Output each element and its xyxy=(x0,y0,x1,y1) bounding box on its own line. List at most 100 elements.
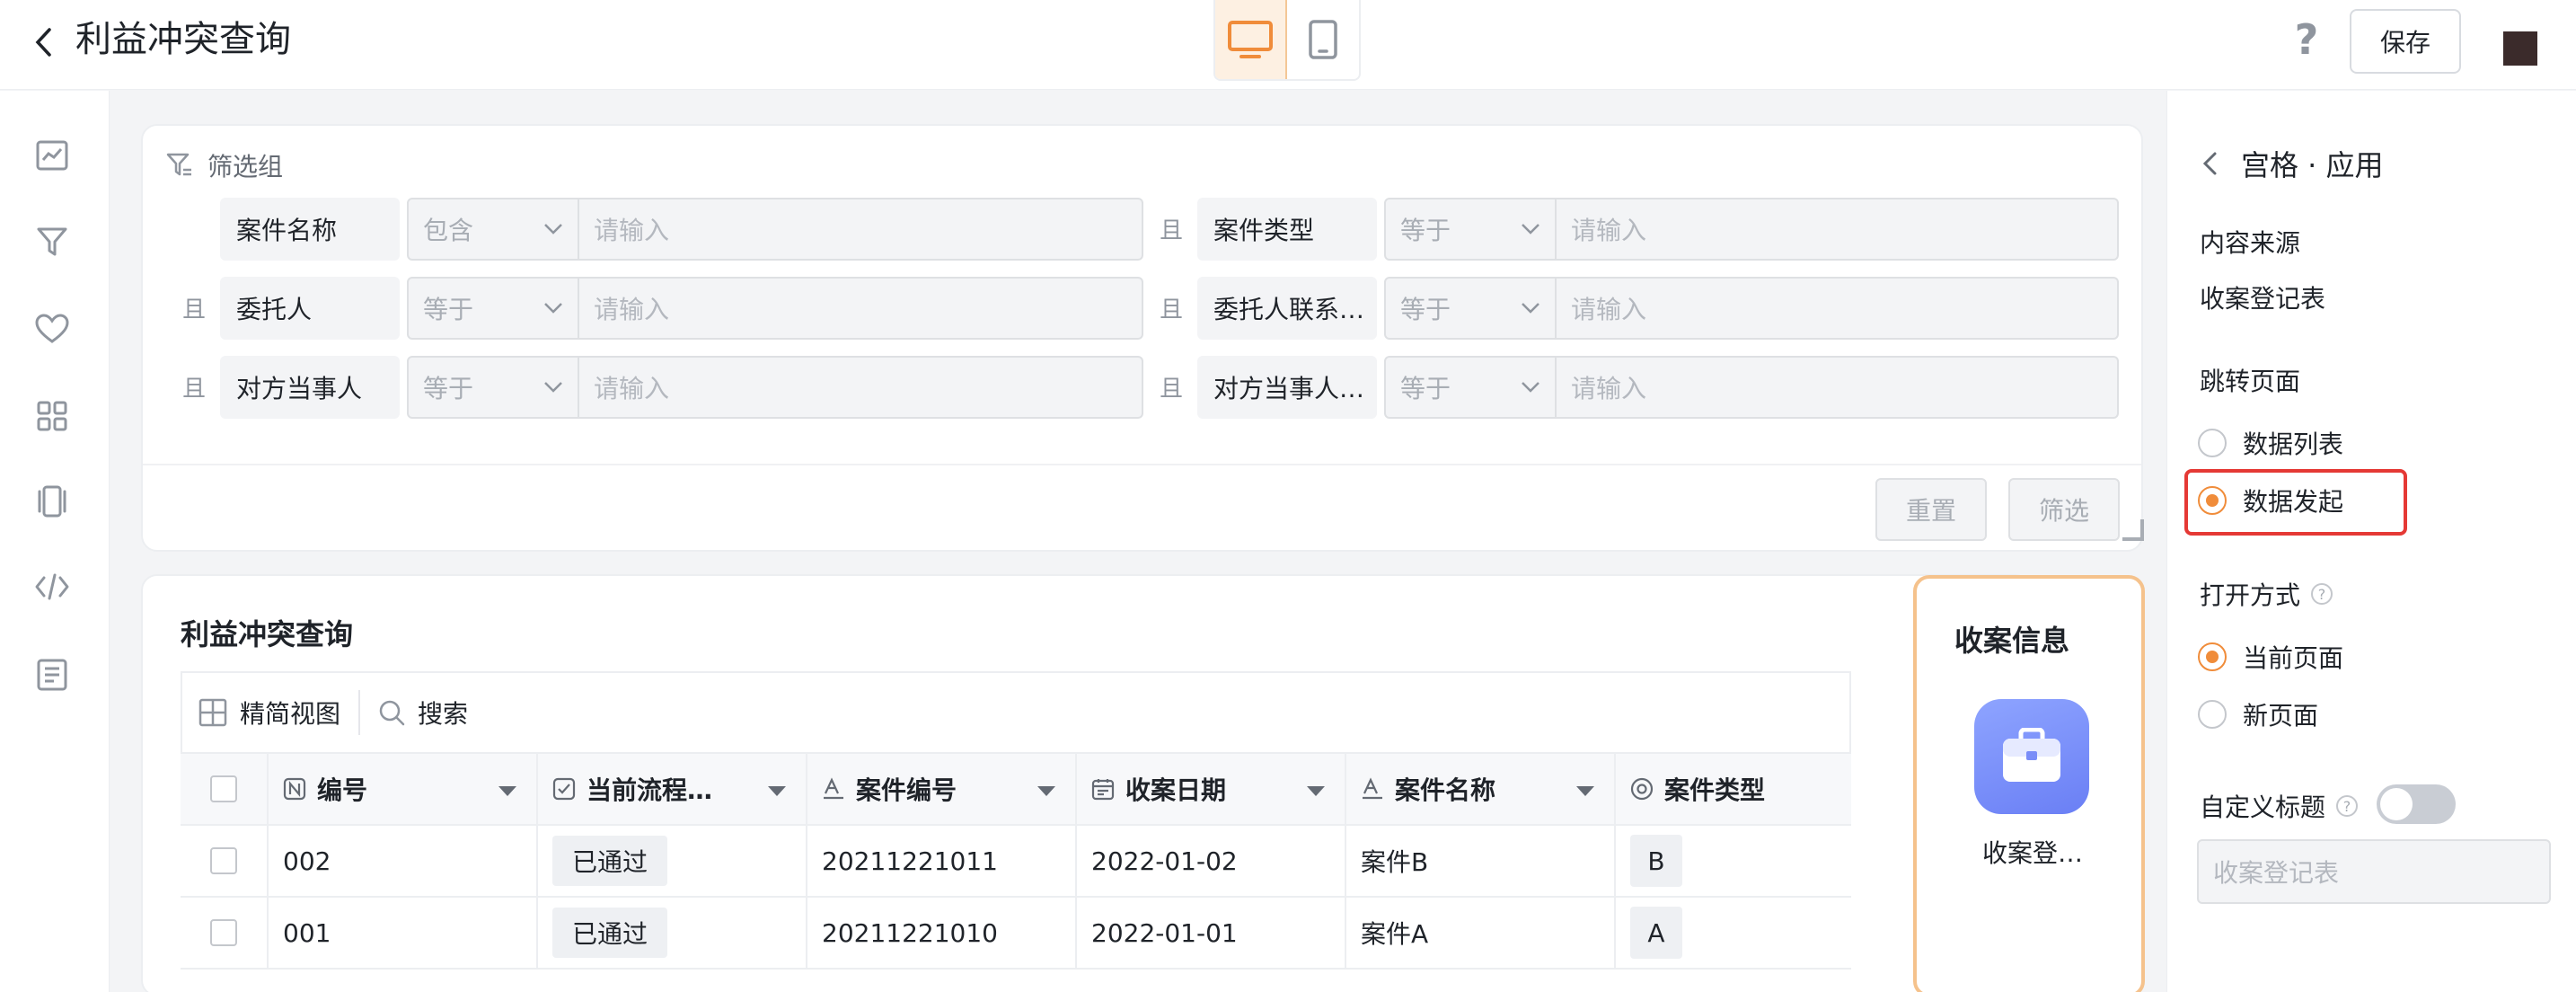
row-select-cell xyxy=(181,826,269,896)
custom-title-toggle[interactable] xyxy=(2377,784,2456,824)
radio-new-page[interactable]: 新页面 xyxy=(2198,696,2318,732)
radio-button[interactable] xyxy=(2198,429,2227,457)
radio-label: 新页面 xyxy=(2243,701,2319,731)
table-row[interactable]: 002 已通过 20211221011 2022-01-02 案件B B xyxy=(181,824,1851,896)
filter-field-label[interactable]: 对方当事人… xyxy=(1197,356,1377,419)
resize-handle[interactable] xyxy=(2122,519,2144,541)
column-header[interactable]: 编号 xyxy=(269,754,538,824)
cell-date: 2022-01-01 xyxy=(1077,898,1346,968)
filter-condition: 案件名称 包含 请输入 xyxy=(220,198,1143,261)
sort-arrow-icon[interactable] xyxy=(1576,786,1594,796)
radio-data-list[interactable]: 数据列表 xyxy=(2198,425,2343,461)
app-grid-card[interactable]: 收案信息 收案登… xyxy=(1913,575,2145,992)
radio-button[interactable] xyxy=(2198,642,2227,671)
filter-value-input[interactable]: 请输入 xyxy=(579,198,1143,261)
filter-icon[interactable] xyxy=(32,222,72,261)
open-mode-label-text: 打开方式 xyxy=(2200,580,2301,610)
filter-group-header: 筛选组 xyxy=(166,147,283,183)
divider xyxy=(358,690,361,735)
filter-field-label[interactable]: 案件名称 xyxy=(220,198,400,261)
chevron-down-icon xyxy=(544,224,562,235)
briefcase-icon[interactable] xyxy=(1974,699,2089,814)
content-source-value[interactable]: 收案登记表 xyxy=(2200,279,2325,315)
device-switch xyxy=(1213,0,1361,81)
select-all-checkbox[interactable] xyxy=(210,775,237,802)
panel-title: 宫格 · 应用 xyxy=(2241,148,2384,182)
cell-id: 002 xyxy=(269,826,538,896)
filter-group-card[interactable]: 筛选组 案件名称 包含 请输入 且 案件类型 等于 请输入 且 委托人 等于 请… xyxy=(141,124,2144,552)
panel-back-button[interactable]: 宫格 · 应用 xyxy=(2201,143,2384,184)
filter-value-input[interactable]: 请输入 xyxy=(579,356,1143,419)
column-header-label: 案件编号 xyxy=(856,775,957,805)
tablet-view-button[interactable] xyxy=(1287,0,1359,79)
number-field-icon xyxy=(283,777,306,801)
grid-icon[interactable] xyxy=(32,396,72,436)
question-icon[interactable]: ? xyxy=(2336,795,2359,817)
operator-value: 等于 xyxy=(1400,295,1451,324)
app-card-title: 收案信息 xyxy=(1954,624,2070,658)
save-button[interactable]: 保存 xyxy=(2350,9,2461,74)
custom-title-input[interactable]: 收案登记表 xyxy=(2197,839,2551,904)
search-icon xyxy=(379,700,405,726)
operator-value: 等于 xyxy=(423,295,474,324)
search-label: 搜索 xyxy=(418,699,469,729)
column-header[interactable]: 案件类型 xyxy=(1616,754,1851,824)
heart-icon[interactable] xyxy=(32,309,72,349)
desktop-view-button[interactable] xyxy=(1215,0,1287,79)
column-header[interactable]: 案件名称 xyxy=(1346,754,1616,824)
help-button[interactable]: ? xyxy=(2287,14,2326,65)
operator-value: 等于 xyxy=(423,374,474,403)
chevron-left-icon xyxy=(2202,152,2217,175)
search-button[interactable]: 搜索 xyxy=(378,695,468,731)
cell-id: 001 xyxy=(269,898,538,968)
row-checkbox[interactable] xyxy=(210,847,237,874)
chevron-down-icon xyxy=(544,382,562,393)
code-icon[interactable] xyxy=(32,567,72,607)
question-icon[interactable]: ? xyxy=(2311,583,2333,605)
operator-select[interactable]: 等于 xyxy=(407,356,579,419)
chart-icon[interactable] xyxy=(32,136,72,175)
document-icon[interactable] xyxy=(32,655,72,695)
avatar[interactable] xyxy=(2503,31,2537,66)
row-select-cell xyxy=(181,898,269,968)
column-header[interactable]: 收案日期 xyxy=(1077,754,1346,824)
table-toolbar: 精简视图 搜索 xyxy=(181,671,1851,752)
row-checkbox[interactable] xyxy=(210,919,237,946)
sort-arrow-icon[interactable] xyxy=(1037,786,1055,796)
filter-value-input[interactable]: 请输入 xyxy=(579,277,1143,340)
divider xyxy=(143,464,2141,465)
column-header[interactable]: 案件编号 xyxy=(807,754,1077,824)
custom-title-label-text: 自定义标题 xyxy=(2200,793,2326,822)
operator-select[interactable]: 等于 xyxy=(407,277,579,340)
back-button[interactable] xyxy=(25,20,61,65)
and-label: 且 xyxy=(182,376,207,403)
filter-field-label[interactable]: 委托人 xyxy=(220,277,400,340)
filter-button[interactable]: 筛选 xyxy=(2008,478,2120,541)
sort-arrow-icon[interactable] xyxy=(768,786,786,796)
radio-current-page[interactable]: 当前页面 xyxy=(2198,639,2343,675)
data-grid: 编号 当前流程… 案件编号 收案日期 案件名称 案件类型 002 已通过 202… xyxy=(181,752,1851,986)
status-badge: 已通过 xyxy=(552,908,668,958)
sort-arrow-icon[interactable] xyxy=(1307,786,1325,796)
radio-button[interactable] xyxy=(2198,700,2227,729)
filter-value-input[interactable]: 请输入 xyxy=(1557,356,2119,419)
filter-value-input[interactable]: 请输入 xyxy=(1557,198,2119,261)
filter-field-label[interactable]: 对方当事人 xyxy=(220,356,400,419)
operator-select[interactable]: 等于 xyxy=(1384,198,1557,261)
data-table-card[interactable]: 利益冲突查询 精简视图 搜索 编号 当前流程… 案件编号 收案日期 案件名称 案… xyxy=(141,574,2032,992)
operator-select[interactable]: 包含 xyxy=(407,198,579,261)
carousel-icon[interactable] xyxy=(32,482,72,521)
filter-value-input[interactable]: 请输入 xyxy=(1557,277,2119,340)
sort-arrow-icon[interactable] xyxy=(498,786,516,796)
column-header[interactable]: 当前流程… xyxy=(538,754,807,824)
filter-field-label[interactable]: 委托人联系… xyxy=(1197,277,1377,340)
compact-view-button[interactable]: 精简视图 xyxy=(198,695,340,731)
filter-condition: 案件类型 等于 请输入 xyxy=(1197,198,2119,261)
table-row[interactable]: 001 已通过 20211221010 2022-01-01 案件A A xyxy=(181,896,1851,968)
and-label: 且 xyxy=(1160,297,1184,323)
compact-view-label: 精简视图 xyxy=(240,699,341,729)
operator-select[interactable]: 等于 xyxy=(1384,356,1557,419)
operator-select[interactable]: 等于 xyxy=(1384,277,1557,340)
reset-button[interactable]: 重置 xyxy=(1875,478,1987,541)
filter-field-label[interactable]: 案件类型 xyxy=(1197,198,1377,261)
